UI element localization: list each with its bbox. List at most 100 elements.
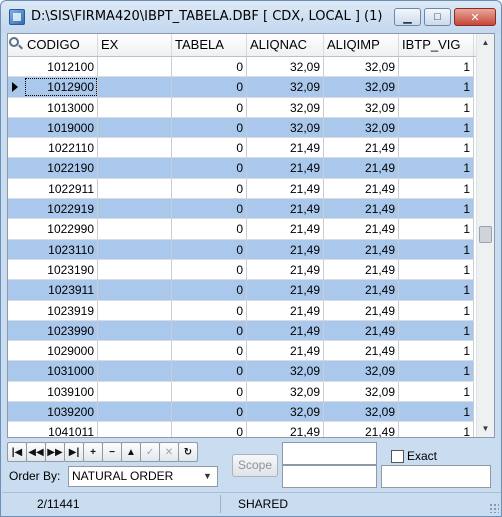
scroll-down-icon[interactable]: ▼: [477, 420, 494, 437]
cell-aliqnac[interactable]: 21,49: [247, 259, 324, 280]
title-bar[interactable]: D:\SIS\FIRMA420\IBPT_TABELA.DBF [ CDX, L…: [1, 1, 501, 33]
row-indicator[interactable]: [8, 280, 24, 300]
cell-ex[interactable]: [98, 341, 172, 362]
refresh-button[interactable]: ↻: [178, 442, 198, 462]
cell-ibtp-vig[interactable]: 1: [399, 402, 474, 423]
cell-tabela[interactable]: 0: [172, 422, 247, 437]
cell-aliqnac[interactable]: 32,09: [247, 97, 324, 118]
cell-tabela[interactable]: 0: [172, 381, 247, 402]
table-row[interactable]: 1041011 0 21,49 21,49 1: [8, 422, 474, 437]
next-page-button[interactable]: ▶▶: [45, 442, 65, 462]
cell-aliqnac[interactable]: 21,49: [247, 239, 324, 260]
column-header-aliqnac[interactable]: ALIQNAC: [247, 34, 324, 56]
row-indicator[interactable]: [8, 179, 24, 199]
cell-codigo[interactable]: 1013000: [24, 97, 98, 118]
cell-ex[interactable]: [98, 422, 172, 437]
cell-ex[interactable]: [98, 239, 172, 260]
cell-codigo[interactable]: 1019000: [24, 117, 98, 138]
row-indicator[interactable]: [8, 422, 24, 437]
cell-tabela[interactable]: 0: [172, 280, 247, 301]
search-column-head[interactable]: [8, 34, 24, 56]
cell-ex[interactable]: [98, 117, 172, 138]
cell-tabela[interactable]: 0: [172, 259, 247, 280]
cell-tabela[interactable]: 0: [172, 77, 247, 98]
cell-ibtp-vig[interactable]: 1: [399, 97, 474, 118]
cell-ex[interactable]: [98, 280, 172, 301]
table-row[interactable]: 1022911 0 21,49 21,49 1: [8, 178, 474, 200]
table-row[interactable]: 1023911 0 21,49 21,49 1: [8, 280, 474, 301]
row-indicator[interactable]: [8, 361, 24, 381]
cell-tabela[interactable]: 0: [172, 97, 247, 118]
cell-aliqnac[interactable]: 32,09: [247, 57, 324, 77]
table-row[interactable]: 1039100 0 32,09 32,09 1: [8, 381, 474, 403]
cell-aliqnac[interactable]: 21,49: [247, 300, 324, 321]
cell-codigo[interactable]: 1039200: [24, 402, 98, 423]
cell-aliqnac[interactable]: 21,49: [247, 219, 324, 240]
cell-ex[interactable]: [98, 320, 172, 341]
cell-codigo[interactable]: 1022911: [24, 178, 98, 199]
scope-button[interactable]: Scope: [232, 454, 278, 477]
cell-aliqimp[interactable]: 32,09: [324, 381, 399, 402]
cell-aliqimp[interactable]: 21,49: [324, 341, 399, 362]
cell-codigo[interactable]: 1023911: [24, 280, 98, 301]
cell-codigo[interactable]: 1031000: [24, 361, 98, 382]
scrollbar-thumb[interactable]: [479, 226, 492, 243]
cell-aliqimp[interactable]: 21,49: [324, 138, 399, 159]
column-header-tabela[interactable]: TABELA: [172, 34, 247, 56]
cell-codigo[interactable]: 1012100: [24, 57, 98, 77]
cell-aliqimp[interactable]: 21,49: [324, 219, 399, 240]
data-grid[interactable]: CODIGO EX TABELA ALIQNAC ALIQIMP IBTP_VI…: [7, 33, 495, 438]
cell-tabela[interactable]: 0: [172, 239, 247, 260]
cell-aliqnac[interactable]: 32,09: [247, 381, 324, 402]
cell-aliqimp[interactable]: 21,49: [324, 320, 399, 341]
cell-tabela[interactable]: 0: [172, 402, 247, 423]
cell-tabela[interactable]: 0: [172, 341, 247, 362]
row-indicator[interactable]: [8, 118, 24, 138]
cell-tabela[interactable]: 0: [172, 199, 247, 220]
cell-codigo[interactable]: 1022190: [24, 158, 98, 179]
cell-codigo[interactable]: 1022110: [24, 138, 98, 159]
cell-aliqimp[interactable]: 32,09: [324, 361, 399, 382]
cell-tabela[interactable]: 0: [172, 300, 247, 321]
table-row[interactable]: 1029000 0 21,49 21,49 1: [8, 341, 474, 362]
cell-codigo[interactable]: 1023110: [24, 239, 98, 260]
cell-aliqnac[interactable]: 21,49: [247, 280, 324, 301]
cell-ex[interactable]: [98, 219, 172, 240]
cell-codigo[interactable]: 1023919: [24, 300, 98, 321]
cell-aliqnac[interactable]: 21,49: [247, 158, 324, 179]
post-record-button[interactable]: ✓: [140, 442, 160, 462]
cancel-record-button[interactable]: ✕: [159, 442, 179, 462]
row-indicator[interactable]: [8, 158, 24, 178]
column-header-ex[interactable]: EX: [98, 34, 172, 56]
table-row[interactable]: 1012900 0 32,09 32,09 1: [8, 77, 474, 98]
cell-ibtp-vig[interactable]: 1: [399, 117, 474, 138]
vertical-scrollbar[interactable]: ▲ ▼: [476, 34, 494, 437]
cell-aliqimp[interactable]: 32,09: [324, 97, 399, 118]
row-indicator[interactable]: [8, 402, 24, 422]
table-row[interactable]: 1013000 0 32,09 32,09 1: [8, 97, 474, 118]
cell-aliqimp[interactable]: 21,49: [324, 259, 399, 280]
row-indicator[interactable]: [8, 57, 24, 77]
table-row[interactable]: 1031000 0 32,09 32,09 1: [8, 361, 474, 382]
maximize-button[interactable]: □: [424, 8, 451, 26]
cell-ex[interactable]: [98, 199, 172, 220]
cell-tabela[interactable]: 0: [172, 178, 247, 199]
minimize-button[interactable]: ▁: [394, 8, 421, 26]
close-button[interactable]: ✕: [454, 8, 496, 26]
cell-tabela[interactable]: 0: [172, 138, 247, 159]
cell-ibtp-vig[interactable]: 1: [399, 77, 474, 98]
cell-tabela[interactable]: 0: [172, 219, 247, 240]
cell-ibtp-vig[interactable]: 1: [399, 422, 474, 437]
cell-tabela[interactable]: 0: [172, 57, 247, 77]
current-row-indicator-icon[interactable]: [8, 77, 24, 97]
cell-ibtp-vig[interactable]: 1: [399, 138, 474, 159]
cell-codigo[interactable]: 1023990: [24, 320, 98, 341]
prev-page-button[interactable]: ◀◀: [26, 442, 46, 462]
cell-ibtp-vig[interactable]: 1: [399, 219, 474, 240]
column-header-aliqimp[interactable]: ALIQIMP: [324, 34, 399, 56]
last-record-button[interactable]: ▶|: [64, 442, 84, 462]
cell-tabela[interactable]: 0: [172, 117, 247, 138]
scroll-up-icon[interactable]: ▲: [477, 34, 494, 51]
table-row[interactable]: 1022110 0 21,49 21,49 1: [8, 138, 474, 159]
delete-record-button[interactable]: −: [102, 442, 122, 462]
